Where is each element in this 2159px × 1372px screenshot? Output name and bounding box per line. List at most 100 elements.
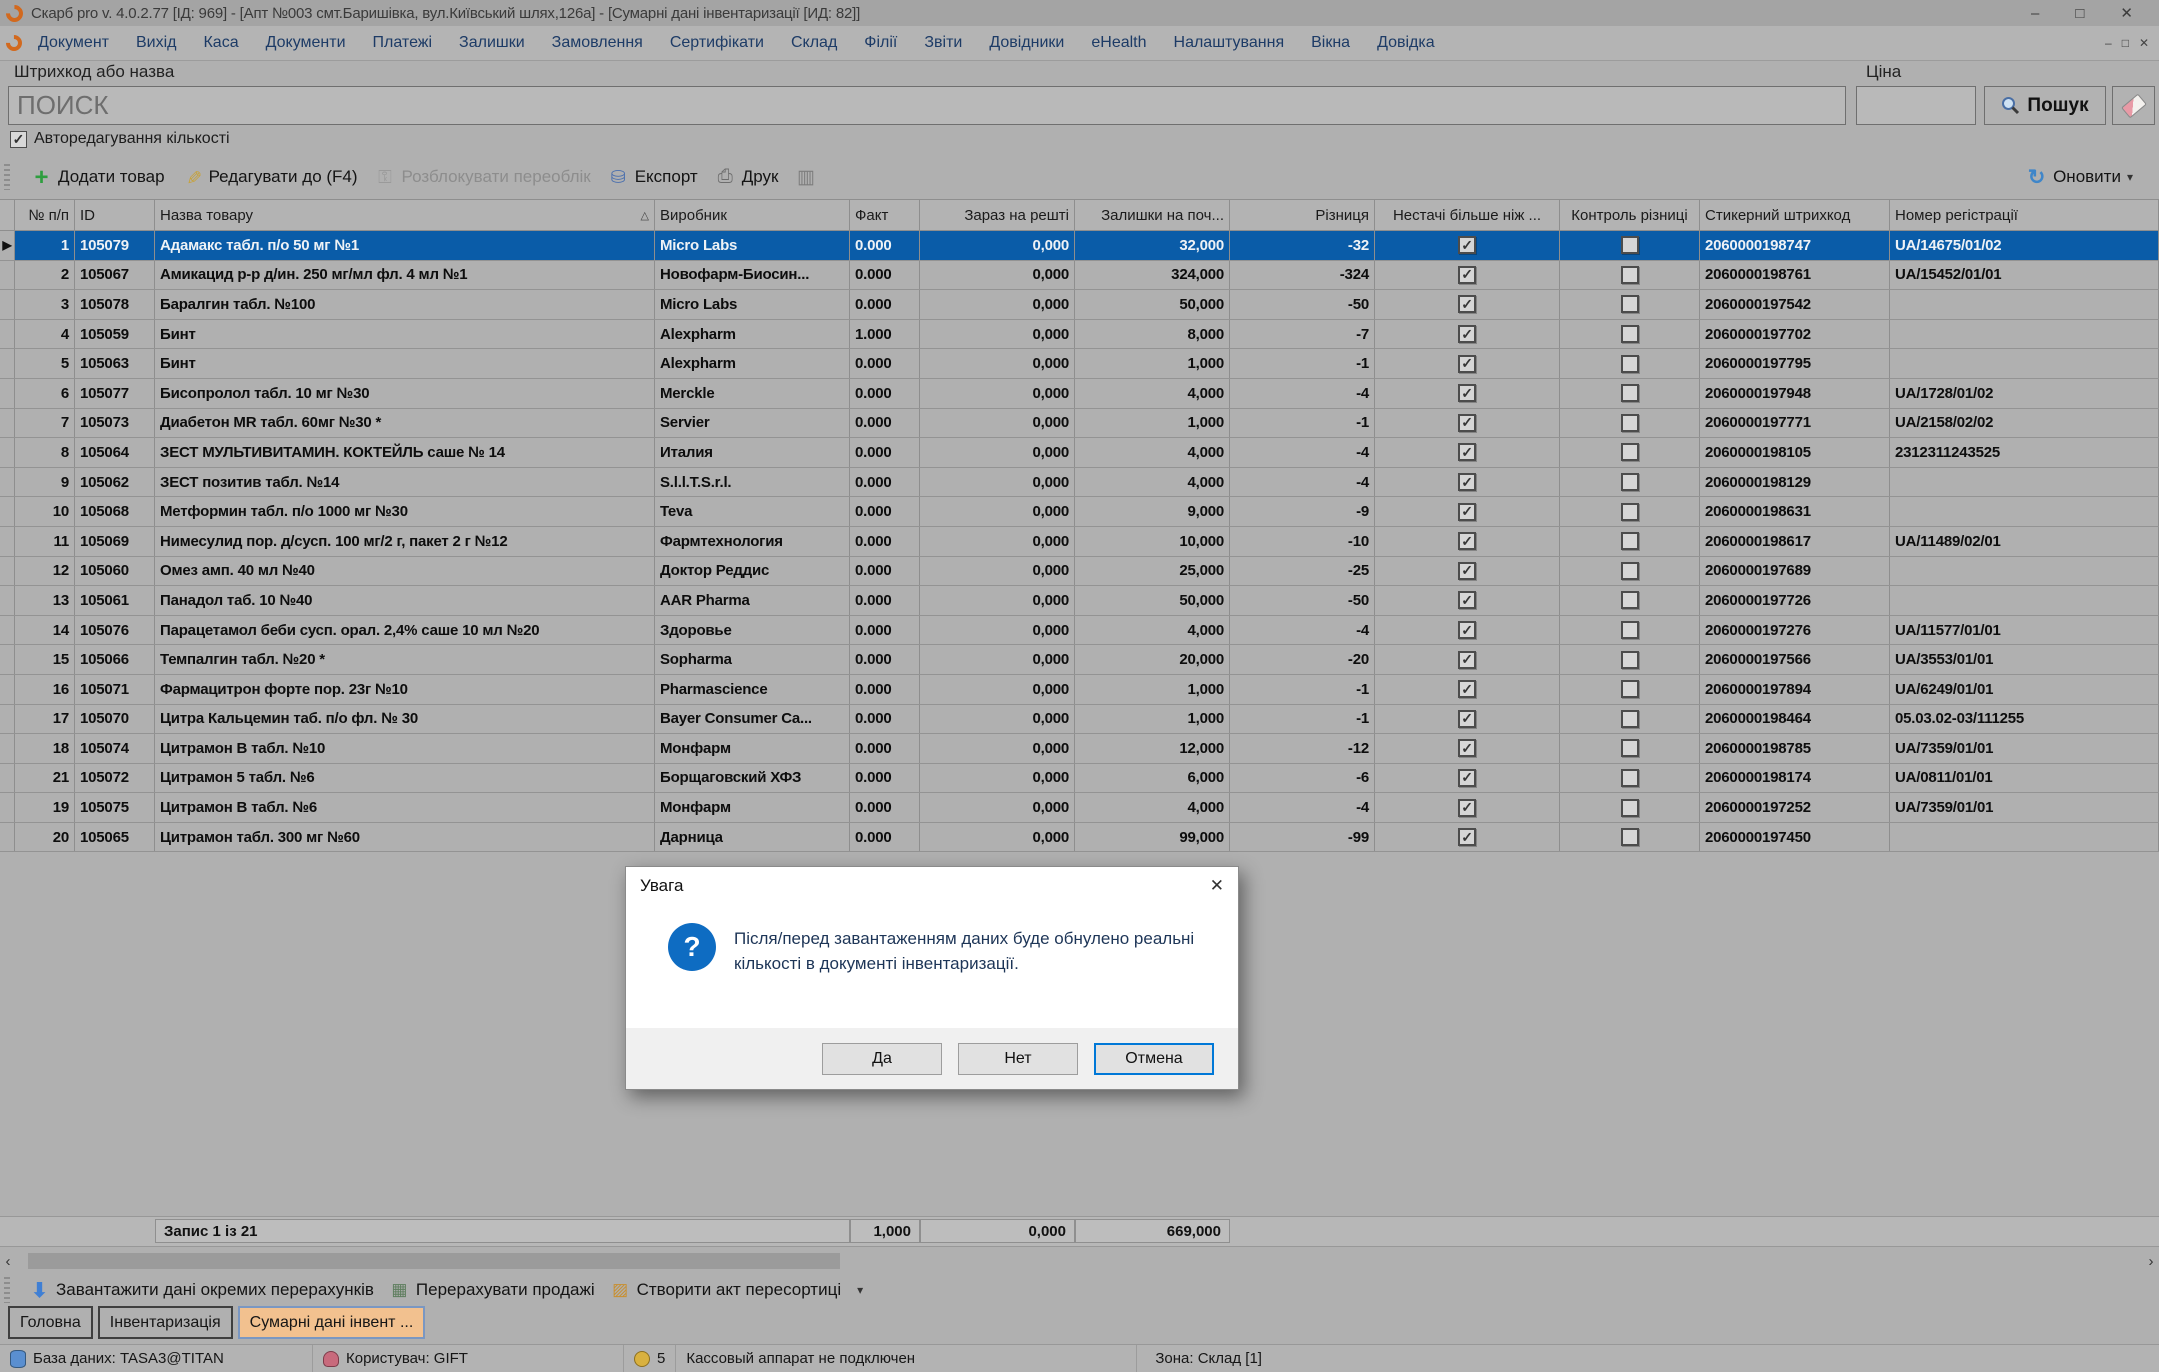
checkbox[interactable]: ✓ [1458, 591, 1476, 609]
table-row[interactable]: 2105067Амикацид р-р д/ин. 250 мг/мл фл. … [0, 261, 2159, 291]
checkbox[interactable]: ✓ [1458, 651, 1476, 669]
checkbox[interactable]: ✓ [1458, 532, 1476, 550]
checkbox[interactable] [1621, 503, 1639, 521]
table-row[interactable]: 10105068Метформин табл. п/о 1000 мг №30T… [0, 497, 2159, 527]
table-row[interactable]: 17105070Цитра Кальцемин таб. п/о фл. № 3… [0, 705, 2159, 735]
checkbox[interactable] [1621, 621, 1639, 639]
yes-button[interactable]: Да [822, 1043, 942, 1075]
refresh-button[interactable]: ↻ Оновити [2027, 167, 2121, 187]
menu-item[interactable]: Довідка [1377, 34, 1435, 52]
checkbox[interactable] [1621, 236, 1639, 254]
columns-button[interactable]: ▥ [796, 168, 815, 187]
column-header[interactable]: № п/п [15, 200, 75, 230]
menu-item[interactable]: Замовлення [552, 34, 643, 52]
checkbox[interactable]: ✓ [1458, 473, 1476, 491]
no-button[interactable]: Нет [958, 1043, 1078, 1075]
menu-item[interactable]: eHealth [1091, 34, 1146, 52]
checkbox[interactable]: ✓ [1458, 443, 1476, 461]
bottom-toolbar-grip[interactable] [4, 1277, 10, 1303]
checkbox[interactable] [1621, 473, 1639, 491]
menu-item[interactable]: Вихід [136, 34, 177, 52]
checkbox[interactable] [1621, 355, 1639, 373]
checkbox[interactable] [1621, 769, 1639, 787]
checkbox[interactable] [1621, 710, 1639, 728]
table-row[interactable]: 21105072Цитрамон 5 табл. №6Борщаговский … [0, 764, 2159, 794]
table-row[interactable]: 19105075Цитрамон В табл. №6Монфарм0.0000… [0, 793, 2159, 823]
checkbox[interactable]: ✓ [1458, 680, 1476, 698]
column-header[interactable]: Стикерний штрихкод [1700, 200, 1890, 230]
table-row[interactable]: 15105066Темпалгин табл. №20 *Sopharma0.0… [0, 645, 2159, 675]
price-input[interactable] [1856, 86, 1976, 125]
create-act-dropdown-caret[interactable]: ▾ [857, 1283, 863, 1297]
table-row[interactable]: 12105060Омез амп. 40 мл №40Доктор Реддис… [0, 557, 2159, 587]
recalc-sales-button[interactable]: ▦ Перерахувати продажі [390, 1280, 595, 1300]
cancel-button[interactable]: Отмена [1094, 1043, 1214, 1075]
column-header[interactable]: Номер регістрації [1890, 200, 2159, 230]
checkbox[interactable]: ✓ [1458, 266, 1476, 284]
column-header[interactable]: ID [75, 200, 155, 230]
checkbox[interactable]: ✓ [1458, 739, 1476, 757]
table-row[interactable]: 9105062ЗЕСТ позитив табл. №14S.l.l.T.S.r… [0, 468, 2159, 498]
search-button[interactable]: Пошук [1984, 86, 2106, 125]
menu-item[interactable]: Вікна [1311, 34, 1350, 52]
refresh-dropdown-caret[interactable]: ▾ [2127, 170, 2133, 184]
column-header[interactable]: Контроль різниці [1560, 200, 1700, 230]
table-row[interactable]: 13105061Панадол таб. 10 №40AAR Pharma0.0… [0, 586, 2159, 616]
checkbox[interactable]: ✓ [1458, 236, 1476, 254]
table-row[interactable]: ▶1105079Адамакс табл. п/о 50 мг №1Micro … [0, 231, 2159, 261]
menu-item[interactable]: Документ [38, 34, 109, 52]
checkbox[interactable]: ✓ [1458, 325, 1476, 343]
menu-item[interactable]: Філії [864, 34, 897, 52]
mdi-minimize-button[interactable]: – [2105, 36, 2112, 50]
table-row[interactable]: 14105076Парацетамол беби сусп. орал. 2,4… [0, 616, 2159, 646]
checkbox[interactable] [1621, 591, 1639, 609]
add-item-button[interactable]: + Додати товар [32, 167, 165, 187]
toolbar-grip[interactable] [4, 164, 10, 190]
checkbox[interactable] [1621, 384, 1639, 402]
table-row[interactable]: 16105071Фармацитрон форте пор. 23г №10Ph… [0, 675, 2159, 705]
checkbox[interactable]: ✓ [1458, 710, 1476, 728]
menu-item[interactable]: Довідники [989, 34, 1064, 52]
checkbox[interactable] [1621, 325, 1639, 343]
table-row[interactable]: 20105065Цитрамон табл. 300 мг №60Дарница… [0, 823, 2159, 853]
checkbox[interactable]: ✓ [1458, 503, 1476, 521]
menu-item[interactable]: Склад [791, 34, 837, 52]
checkbox[interactable] [1621, 414, 1639, 432]
mdi-restore-button[interactable]: □ [2122, 36, 2129, 50]
menu-item[interactable]: Документи [266, 34, 346, 52]
table-row[interactable]: 11105069Нимесулид пор. д/сусп. 100 мг/2 … [0, 527, 2159, 557]
autocorrect-checkbox[interactable]: ✓ [10, 131, 27, 148]
horizontal-scrollbar[interactable]: ‹ › [0, 1250, 2159, 1272]
table-row[interactable]: 5105063БинтAlexpharm0.0000,0001,000-1✓20… [0, 349, 2159, 379]
window-tab[interactable]: Головна [8, 1306, 93, 1339]
mdi-close-button[interactable]: ✕ [2139, 36, 2149, 50]
table-row[interactable]: 3105078Баралгин табл. №100Micro Labs0.00… [0, 290, 2159, 320]
unlock-recount-button[interactable]: ⚿ Розблокувати переоблік [376, 167, 591, 187]
checkbox[interactable]: ✓ [1458, 828, 1476, 846]
checkbox[interactable] [1621, 739, 1639, 757]
checkbox[interactable] [1621, 651, 1639, 669]
checkbox[interactable]: ✓ [1458, 799, 1476, 817]
checkbox[interactable] [1621, 828, 1639, 846]
column-header[interactable]: Залишки на поч... [1075, 200, 1230, 230]
checkbox[interactable] [1621, 295, 1639, 313]
checkbox[interactable]: ✓ [1458, 384, 1476, 402]
restore-button[interactable]: □ [2075, 5, 2084, 22]
menu-item[interactable]: Каса [203, 34, 238, 52]
column-header[interactable]: Нестачі більше ніж ... [1375, 200, 1560, 230]
checkbox[interactable] [1621, 680, 1639, 698]
checkbox[interactable] [1621, 562, 1639, 580]
table-row[interactable]: 8105064ЗЕСТ МУЛЬТИВИТАМИН. КОКТЕЙЛЬ саше… [0, 438, 2159, 468]
scrollbar-thumb[interactable] [28, 1253, 840, 1269]
table-row[interactable]: 18105074Цитрамон В табл. №10Монфарм0.000… [0, 734, 2159, 764]
minimize-button[interactable]: – [2031, 5, 2039, 22]
create-act-button[interactable]: ▨ Створити акт пересортиці [611, 1280, 842, 1300]
search-input[interactable] [8, 86, 1846, 125]
table-row[interactable]: 7105073Диабетон MR табл. 60мг №30 *Servi… [0, 409, 2159, 439]
table-row[interactable]: 4105059БинтAlexpharm1.0000,0008,000-7✓20… [0, 320, 2159, 350]
column-header[interactable]: Різниця [1230, 200, 1375, 230]
checkbox[interactable]: ✓ [1458, 621, 1476, 639]
print-button[interactable]: ⎙ Друк [716, 167, 779, 187]
checkbox[interactable]: ✓ [1458, 414, 1476, 432]
scroll-right-arrow[interactable]: › [2143, 1253, 2159, 1270]
